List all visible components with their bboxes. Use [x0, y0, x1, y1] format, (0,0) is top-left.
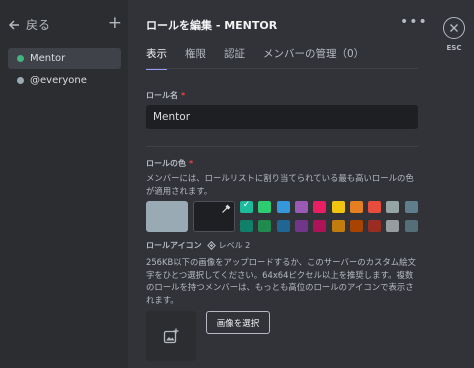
section-divider	[146, 146, 418, 147]
required-mark: *	[189, 159, 194, 168]
role-icon-upload[interactable]	[146, 311, 196, 361]
color-swatch[interactable]	[404, 201, 418, 213]
color-swatch[interactable]	[276, 201, 290, 213]
role-item-mentor[interactable]: Mentor	[8, 48, 121, 69]
color-swatch[interactable]	[313, 220, 327, 232]
role-color-label: ロールの色 *	[146, 158, 193, 169]
tab-manage-members[interactable]: メンバーの管理（0）	[263, 46, 364, 70]
close-icon	[450, 24, 458, 32]
role-color-dot	[17, 77, 24, 84]
color-swatch[interactable]	[258, 220, 272, 232]
eyedropper-icon	[222, 204, 231, 213]
tab-divider	[146, 68, 418, 69]
add-image-icon	[163, 328, 179, 344]
color-swatch[interactable]	[313, 201, 327, 213]
color-swatch[interactable]	[404, 220, 418, 232]
role-color-description: メンバーには、ロールリストに割り当てられている最も高いロールの色が適用されます。	[146, 173, 414, 196]
role-icon-description: 256KB以下の画像をアップロードするか、このサーバーのカスタム絵文字をひとつ選…	[146, 257, 416, 305]
color-swatch[interactable]	[349, 201, 363, 213]
role-icon-label-text: ロールアイコン	[146, 241, 202, 250]
tab-bar: 表示 権限 認証 メンバーの管理（0）	[146, 46, 382, 70]
role-color-label-text: ロールの色	[146, 159, 186, 168]
color-swatch[interactable]	[386, 201, 400, 213]
color-swatch[interactable]: ✓	[240, 200, 253, 213]
role-settings-panel: ロールを編集 - MENTOR ••• 表示 権限 認証 メンバーの管理（0） …	[128, 0, 430, 368]
color-swatch[interactable]	[386, 220, 400, 232]
role-name-label: ロール名 *	[146, 90, 185, 101]
color-swatch[interactable]	[331, 220, 345, 232]
color-swatch[interactable]	[368, 220, 382, 232]
role-item-label: @everyone	[30, 75, 87, 86]
required-mark: *	[181, 91, 186, 100]
role-icon-label: ロールアイコン レベル 2	[146, 240, 250, 251]
add-role-icon[interactable]: +	[108, 14, 122, 32]
default-color-swatch[interactable]	[146, 201, 188, 232]
color-swatch[interactable]	[294, 201, 308, 213]
esc-label: ESC	[446, 44, 462, 52]
color-swatch[interactable]	[294, 220, 308, 232]
boost-gem-icon	[206, 241, 216, 250]
checkmark-icon: ✓	[242, 200, 251, 210]
sidebar-header: 戻る +	[8, 14, 122, 34]
color-swatch[interactable]	[276, 220, 290, 232]
page-title: ロールを編集 - MENTOR	[146, 19, 278, 32]
color-swatch[interactable]	[368, 201, 382, 213]
role-item-everyone[interactable]: @everyone	[8, 70, 121, 91]
roles-sidebar: 戻る + Mentor @everyone	[0, 0, 128, 368]
back-label: 戻る	[26, 18, 51, 32]
ellipsis-icon[interactable]: •••	[400, 14, 428, 30]
role-item-label: Mentor	[30, 53, 66, 64]
tab-permissions[interactable]: 権限	[185, 46, 206, 70]
boost-level-badge: レベル 2	[206, 240, 251, 251]
back-button[interactable]: 戻る	[8, 16, 50, 33]
color-swatch[interactable]	[240, 220, 253, 232]
boost-level-label: レベル 2	[218, 241, 251, 250]
arrow-left-icon	[8, 19, 19, 30]
role-name-input[interactable]: Mentor	[146, 105, 418, 129]
select-image-button[interactable]: 画像を選択	[206, 311, 270, 334]
role-name-value: Mentor	[153, 111, 191, 123]
color-swatch[interactable]	[349, 220, 363, 232]
role-name-label-text: ロール名	[146, 91, 178, 100]
custom-color-swatch[interactable]	[193, 201, 235, 232]
color-swatch[interactable]	[258, 201, 272, 213]
tab-verification[interactable]: 認証	[224, 46, 245, 70]
tab-display[interactable]: 表示	[146, 46, 167, 70]
role-color-dot	[17, 55, 24, 62]
close-button[interactable]	[443, 17, 465, 39]
color-swatch[interactable]	[331, 201, 345, 213]
